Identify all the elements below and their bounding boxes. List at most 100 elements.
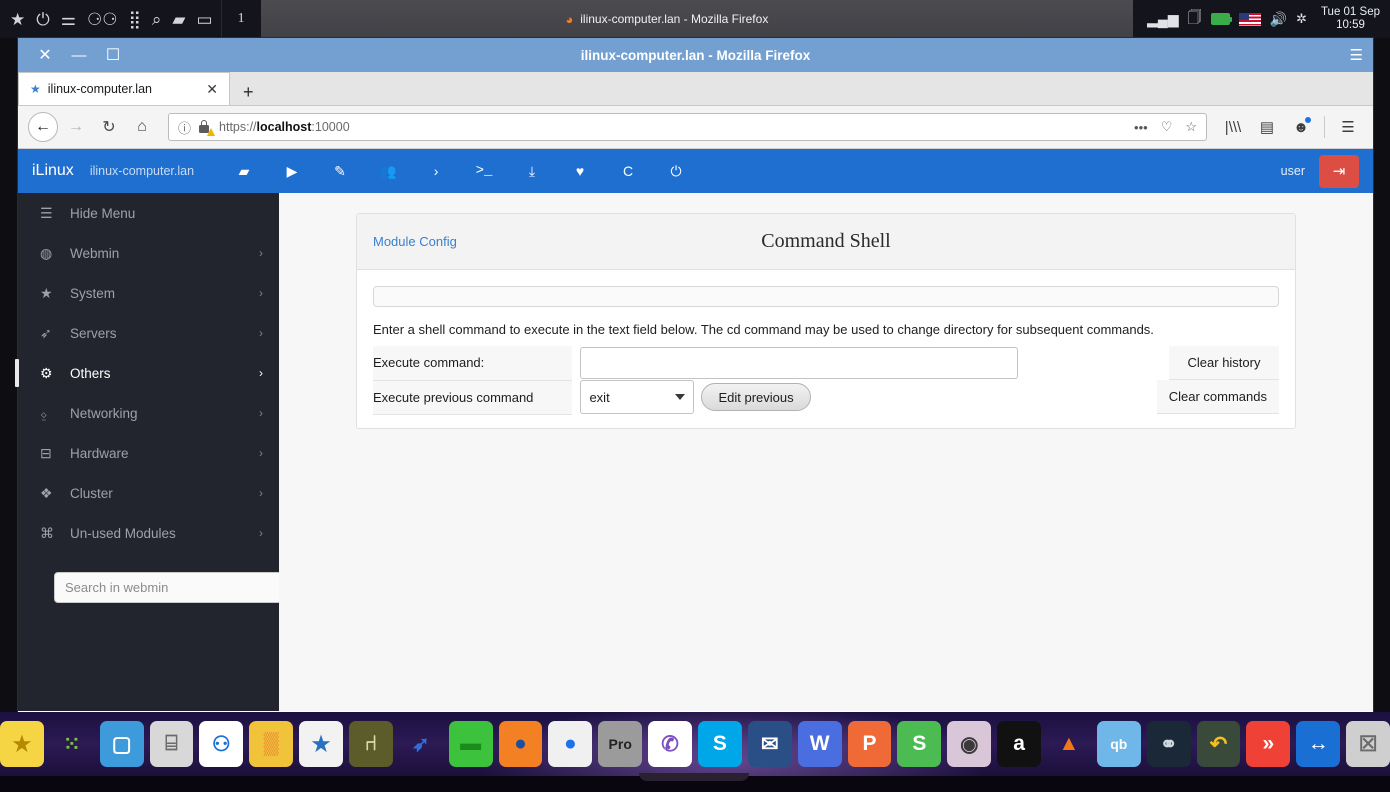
search-input[interactable] <box>54 572 282 603</box>
edit-previous-button[interactable]: Edit previous <box>701 383 811 411</box>
folder-icon[interactable]: ▰ <box>172 11 185 28</box>
thunderbird-icon[interactable]: ✉ <box>747 721 792 767</box>
library-icon[interactable]: |\\\ <box>1218 112 1248 142</box>
browser-tab[interactable]: ★ ilinux-computer.lan ✕ <box>18 72 230 105</box>
qbittorrent-icon[interactable]: qb <box>1096 721 1141 767</box>
download-icon[interactable]: ⤓ <box>508 163 556 180</box>
writer-icon[interactable]: W <box>797 721 842 767</box>
volume-icon[interactable]: 🔊 <box>1270 11 1287 28</box>
clock-date: Tue 01 Sep <box>1320 5 1380 18</box>
desktop: ★ ⏻ ⚌ ⚆⚆ ⣿ ⌕ ▰ ▭ 1 ◕ ilinux-computer.lan… <box>0 0 1390 792</box>
settings-toggles-icon[interactable]: ⚇ <box>199 721 244 767</box>
binoculars-icon[interactable]: ⑁ <box>348 721 393 767</box>
teamviewer-icon[interactable]: ↔ <box>1296 721 1341 767</box>
pocket-icon[interactable]: ♡ <box>1158 119 1176 135</box>
chevron-right-icon[interactable]: › <box>412 163 460 179</box>
opera-pro-icon[interactable]: Pro <box>598 721 643 767</box>
app-menu-icon[interactable]: ☰ <box>1333 112 1363 142</box>
signal-icon[interactable]: ▂▄▆ <box>1147 11 1178 28</box>
webpage-viewport: iLinux ilinux-computer.lan ▰ ▶ ✎ 👥 › >_ … <box>15 149 1373 711</box>
sidebar-item-system[interactable]: ★ System › <box>18 273 279 313</box>
home-button[interactable]: ⌂ <box>127 112 157 142</box>
sidebar-item-servers[interactable]: ➶ Servers › <box>18 313 279 353</box>
search-icon[interactable]: ⌕ <box>152 11 162 28</box>
color-palette-icon[interactable]: ▒ <box>249 721 294 767</box>
anydesk-icon[interactable]: » <box>1246 721 1291 767</box>
sidebar-item-networking[interactable]: ⍚ Networking › <box>18 393 279 433</box>
window-app-icon[interactable]: ▢ <box>99 721 144 767</box>
maximize-icon[interactable]: ☐ <box>96 45 130 65</box>
page-info-icon[interactable]: ⓘ <box>178 118 191 137</box>
bookmark-star-icon[interactable]: ☆ <box>1182 119 1200 135</box>
rocket-icon[interactable]: ➶ <box>399 721 443 767</box>
viber-icon[interactable]: ✆ <box>648 721 692 767</box>
star-icon[interactable]: ★ <box>10 11 25 28</box>
dots-cluster-icon[interactable]: ⁙ <box>50 721 94 767</box>
reload-button[interactable]: ↻ <box>94 112 124 142</box>
back-button[interactable]: ← <box>28 112 58 142</box>
sidebar-item-webmin[interactable]: ◍ Webmin › <box>18 233 279 273</box>
panel-launchers: ★ ⏻ ⚌ ⚆⚆ ⣿ ⌕ ▰ ▭ <box>0 0 221 38</box>
run-icon[interactable]: ▶ <box>268 163 316 180</box>
users-icon[interactable]: 👥 <box>364 163 412 180</box>
software-store-icon[interactable]: ★ <box>299 721 343 767</box>
terminal-icon[interactable]: >_ <box>460 163 508 179</box>
trash-icon[interactable]: ☒ <box>1346 721 1390 767</box>
clear-commands-button[interactable]: Clear commands <box>1156 380 1279 414</box>
webcam-viewer-icon[interactable]: ◉ <box>947 721 992 767</box>
clock[interactable]: Tue 01 Sep 10:59 <box>1316 0 1390 38</box>
forward-button[interactable]: → <box>61 112 91 142</box>
refresh-icon[interactable]: C <box>604 163 652 179</box>
new-tab-button[interactable]: + <box>230 83 267 105</box>
folder-icon[interactable]: ▰ <box>220 163 268 180</box>
chrome-icon[interactable]: ● <box>548 721 593 767</box>
module-config-link[interactable]: Module Config <box>373 234 457 249</box>
lock-warning-icon[interactable] <box>198 120 216 136</box>
close-icon[interactable]: ✕ <box>28 45 62 65</box>
toggles-icon[interactable]: ⚌ <box>61 11 76 28</box>
url-bar[interactable]: ⓘ https://localhost:10000 ••• ♡ ☆ <box>168 113 1207 141</box>
heartbeat-icon[interactable]: ♥ <box>556 163 604 179</box>
previous-command-select[interactable]: exit <box>580 380 695 414</box>
harddrive-icon: ⊟ <box>40 444 52 461</box>
clipboard-icon[interactable]: 🗍 <box>1188 7 1202 31</box>
firefox-icon[interactable]: ● <box>498 721 543 767</box>
pipe-icon[interactable]: ▬ <box>448 721 493 767</box>
chevron-right-icon: › <box>259 446 263 460</box>
panel-window-title[interactable]: ◕ ilinux-computer.lan - Mozilla Firefox <box>201 12 1134 27</box>
dots-grid-icon[interactable]: ⣿ <box>128 11 140 28</box>
execute-command-label: Execute command: <box>373 346 573 381</box>
minimize-icon[interactable]: — <box>62 47 96 64</box>
window-menu-icon[interactable]: ☰ <box>1350 46 1363 64</box>
restore-undo-icon[interactable]: ↶ <box>1196 721 1241 767</box>
command-input[interactable] <box>580 347 1019 379</box>
edit-pencil-icon[interactable]: ✎ <box>316 163 364 180</box>
logout-button[interactable]: ⇥ <box>1319 154 1359 188</box>
sidebar-item-hide-menu[interactable]: ☰ Hide Menu <box>18 193 279 233</box>
us-flag-icon[interactable] <box>1238 12 1261 26</box>
sidebar-item-cluster[interactable]: ❖ Cluster › <box>18 473 279 513</box>
file-cabinet-icon[interactable]: ⌸ <box>149 721 194 767</box>
binoculars-icon[interactable]: ⚆⚆ <box>87 11 117 28</box>
power-icon[interactable]: ⏻ <box>36 11 49 28</box>
battery-icon[interactable] <box>1210 13 1233 25</box>
impress-icon[interactable]: P <box>847 721 892 767</box>
smiley-star-icon[interactable]: ★ <box>0 721 44 767</box>
webmin-brand[interactable]: iLinux <box>32 162 74 180</box>
power-icon[interactable]: ⏻ <box>652 163 700 180</box>
vlc-icon[interactable]: ▲ <box>1047 721 1091 767</box>
close-icon[interactable]: ✕ <box>203 81 221 98</box>
page-actions-icon[interactable]: ••• <box>1131 120 1151 135</box>
account-icon[interactable]: ☻ <box>1286 112 1316 142</box>
sidebar-icon[interactable]: ▤ <box>1252 112 1282 142</box>
calc-icon[interactable]: S <box>897 721 942 767</box>
sidebar-item-hardware[interactable]: ⊟ Hardware › <box>18 433 279 473</box>
chevron-right-icon: › <box>259 246 263 260</box>
sidebar-item-others[interactable]: ⚙ Others › <box>15 353 279 393</box>
skype-icon[interactable]: S <box>698 721 742 767</box>
steam-icon[interactable]: ⚭ <box>1146 721 1191 767</box>
clear-history-button[interactable]: Clear history <box>1169 346 1279 380</box>
amazon-icon[interactable]: a <box>997 721 1042 767</box>
sidebar-item-unused-modules[interactable]: ⌘ Un-used Modules › <box>18 513 279 553</box>
bluetooth-icon[interactable]: ✲ <box>1296 11 1307 27</box>
